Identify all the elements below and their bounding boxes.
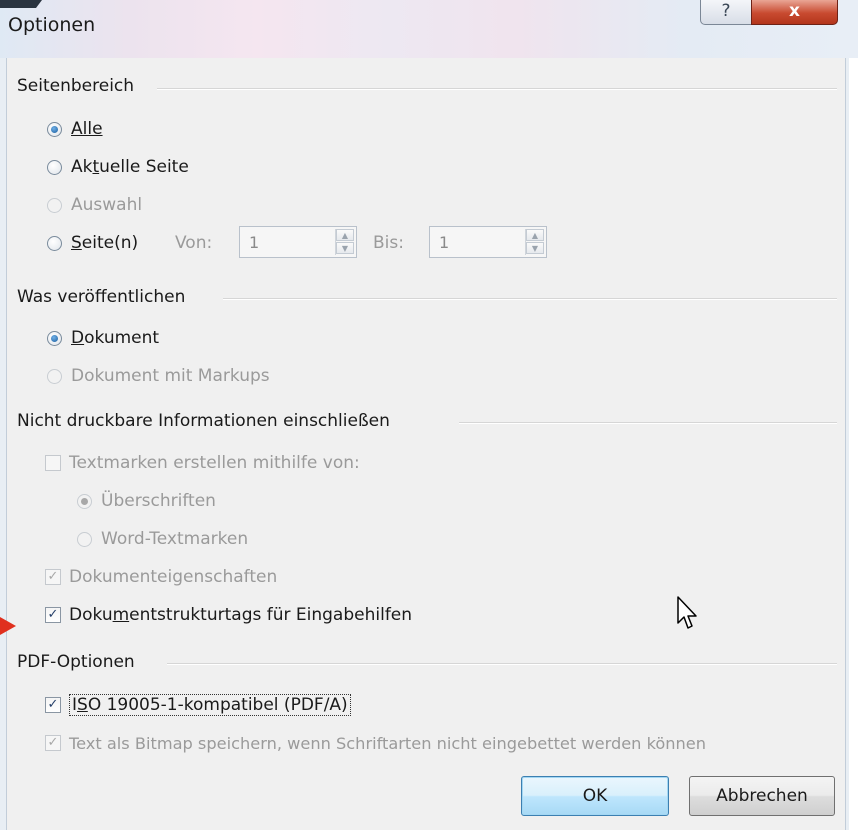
radio-label: Dokument mit Markups: [71, 366, 270, 386]
radio-label: Überschriften: [101, 491, 216, 511]
checkmark-icon: ✓: [45, 735, 61, 751]
checkmark-icon: ✓: [45, 607, 61, 623]
spin-up-icon[interactable]: ▲: [526, 229, 544, 241]
spin-down-icon[interactable]: ▼: [336, 242, 354, 254]
radio-aktuelle-seite[interactable]: Ak t uelle Seite: [47, 154, 189, 180]
bis-spinner[interactable]: 1 ▲ ▼: [429, 226, 547, 258]
radio-label-accesskey: t: [92, 157, 100, 177]
section-header-seitenbereich: Seitenbereich: [17, 76, 135, 96]
dialog-title: Optionen: [8, 14, 96, 36]
radio-label: Alle: [71, 119, 103, 139]
bis-spinner-arrows: ▲ ▼: [525, 229, 544, 255]
radio-label: Word-Textmarken: [101, 529, 249, 549]
radio-indicator: [47, 368, 62, 384]
red-arrow-marker-icon: [0, 617, 16, 635]
radio-dokument[interactable]: Dokument: [47, 325, 159, 351]
von-spinner[interactable]: 1 ▲ ▼: [239, 226, 357, 258]
help-button[interactable]: ?: [700, 0, 752, 25]
radio-indicator: [47, 330, 62, 346]
title-bar[interactable]: Optionen ? x: [0, 0, 858, 58]
checkbox-label: Textmarken erstellen mithilfe von:: [69, 453, 360, 473]
section-divider: [223, 298, 837, 300]
von-label: Von:: [175, 230, 212, 256]
close-button[interactable]: x: [751, 0, 838, 25]
section-header-pdf-optionen: PDF-Optionen: [17, 652, 135, 672]
radio-alle[interactable]: Alle: [47, 116, 103, 142]
radio-auswahl: Auswahl: [47, 192, 142, 218]
radio-seiten[interactable]: Seite(n): [47, 230, 138, 256]
radio-indicator: [77, 531, 92, 547]
checkbox-text-als-bitmap: ✓ Text als Bitmap speichern, wenn Schrif…: [45, 730, 706, 756]
checkbox-label-accesskey: m: [112, 605, 130, 625]
von-label-text: Von:: [175, 233, 213, 253]
spin-up-icon[interactable]: ▲: [336, 229, 354, 241]
help-icon: ?: [721, 1, 731, 21]
checkmark-icon: ✓: [45, 697, 61, 713]
radio-label: Auswahl: [71, 195, 143, 215]
options-dialog: Optionen ? x Seitenbereich Alle Ak t uelle…: [0, 0, 858, 830]
close-icon: x: [789, 1, 800, 21]
radio-label-accesskey: D: [71, 328, 85, 348]
spin-down-icon[interactable]: ▼: [526, 242, 544, 254]
radio-label-accesskey: S: [71, 233, 82, 253]
radio-label-part: Ak: [71, 157, 93, 177]
section-header-was-veroeffentlichen: Was veröffentlichen: [17, 287, 186, 307]
section-divider: [459, 422, 837, 424]
checkbox-label: Text als Bitmap speichern, wenn Schrifta…: [69, 733, 707, 753]
radio-ueberschriften: Überschriften: [77, 488, 216, 514]
checkbox-label: Dokumenteigenschaften: [69, 567, 278, 587]
ok-button[interactable]: OK: [521, 776, 669, 816]
checkbox-label-part: O 19005-1-kompatibel (PDF/A): [87, 695, 348, 715]
mouse-cursor-icon: [677, 596, 697, 629]
section-header-nicht-druckbar: Nicht druckbare Informationen einschließ…: [17, 411, 390, 431]
radio-word-textmarken: Word-Textmarken: [77, 526, 248, 552]
checkbox-label-focus: ISO 19005-1-kompatibel (PDF/A): [69, 694, 351, 716]
checkbox-label-part: Doku: [69, 605, 113, 625]
checkbox-label-accesskey: S: [77, 695, 88, 715]
checkbox-iso-pdfa[interactable]: ✓ ISO 19005-1-kompatibel (PDF/A): [45, 692, 351, 718]
radio-label-part: eite(n): [81, 233, 139, 253]
radio-indicator: [47, 235, 62, 251]
checkbox-indicator: [45, 455, 61, 471]
von-value: 1: [249, 233, 260, 252]
von-spinner-arrows: ▲ ▼: [335, 229, 354, 255]
section-divider: [167, 663, 837, 665]
dialog-client-area: Seitenbereich Alle Ak t uelle Seite Auswah…: [6, 58, 846, 830]
radio-label-part: uelle Seite: [99, 157, 189, 177]
bis-label-text: Bis:: [373, 233, 404, 253]
radio-indicator: [47, 121, 62, 137]
checkmark-icon: ✓: [45, 569, 61, 585]
radio-label-part: okument: [84, 328, 160, 348]
radio-indicator: [47, 197, 62, 213]
radio-indicator: [77, 493, 92, 509]
bis-value: 1: [439, 233, 450, 252]
section-divider: [157, 88, 837, 90]
checkbox-dokumentstrukturtags[interactable]: ✓ Doku m entstrukturtags für Eingabehilfen: [45, 602, 412, 628]
window-frame: Seitenbereich Alle Ak t uelle Seite Auswah…: [0, 58, 849, 830]
checkbox-dokumenteigenschaften: ✓ Dokumenteigenschaften: [45, 564, 277, 590]
checkbox-textmarken: Textmarken erstellen mithilfe von:: [45, 450, 360, 476]
checkbox-label-part: entstrukturtags für Eingabehilfen: [129, 605, 413, 625]
abbrechen-button[interactable]: Abbrechen: [689, 776, 835, 816]
bis-label: Bis:: [373, 230, 404, 256]
radio-indicator: [47, 159, 62, 175]
radio-dokument-mit-markups: Dokument mit Markups: [47, 363, 270, 389]
